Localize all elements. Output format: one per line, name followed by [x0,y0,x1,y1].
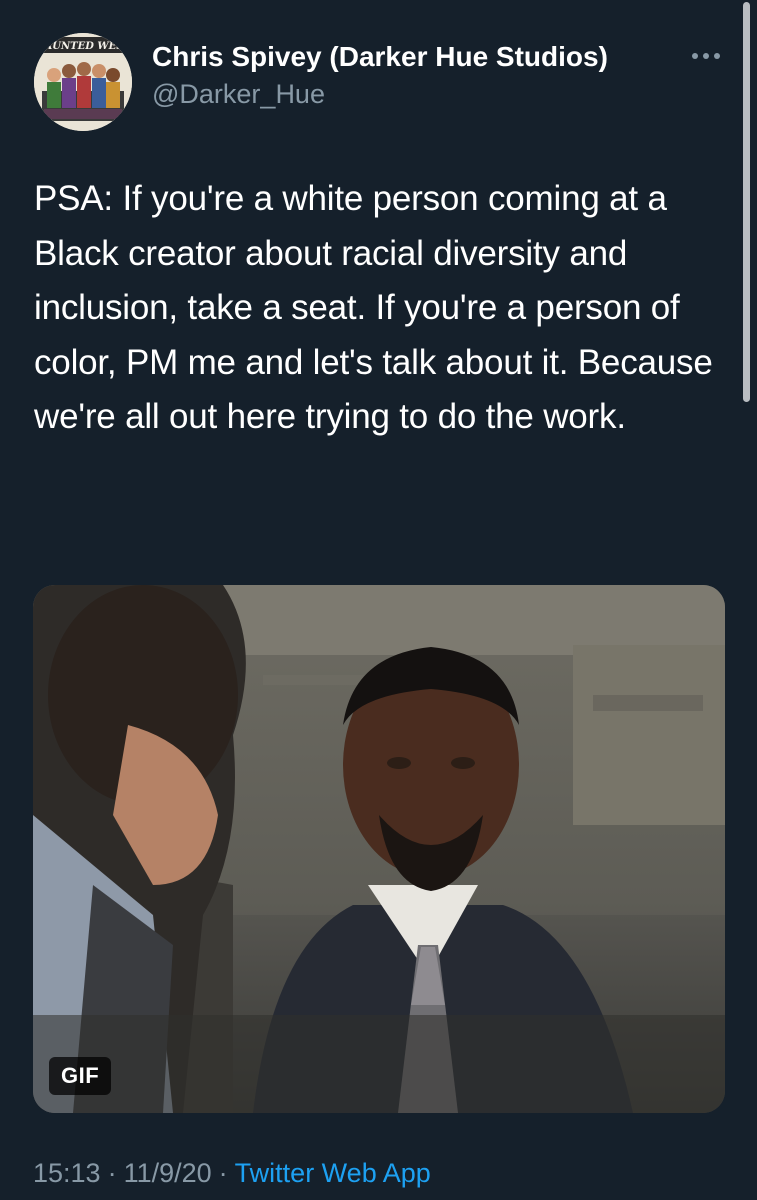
more-horizontal-icon[interactable] [686,36,726,76]
gif-badge: GIF [49,1057,112,1095]
meta-separator: · [107,1158,117,1188]
avatar-banner: HAUNTED WEST [34,41,132,52]
avatar[interactable]: HAUNTED WEST [34,33,132,131]
tweet-source-link[interactable]: Twitter Web App [235,1158,431,1188]
tweet-date: 11/9/20 [123,1158,212,1188]
author-handle[interactable]: @Darker_Hue [152,79,325,110]
tweet-time: 15:13 [33,1158,101,1188]
tweet-metadata: 15:13 · 11/9/20 · Twitter Web App [33,1158,431,1189]
tweet-text: PSA: If you're a white person coming at … [34,179,723,436]
scrollbar[interactable] [743,2,750,402]
author-name[interactable]: Chris Spivey (Darker Hue Studios) [152,41,608,73]
meta-separator: · [218,1158,228,1188]
tweet-detail: HAUNTED WEST Chris Spivey (Darker Hue St… [0,0,757,1200]
gif-media[interactable] [33,585,725,1113]
